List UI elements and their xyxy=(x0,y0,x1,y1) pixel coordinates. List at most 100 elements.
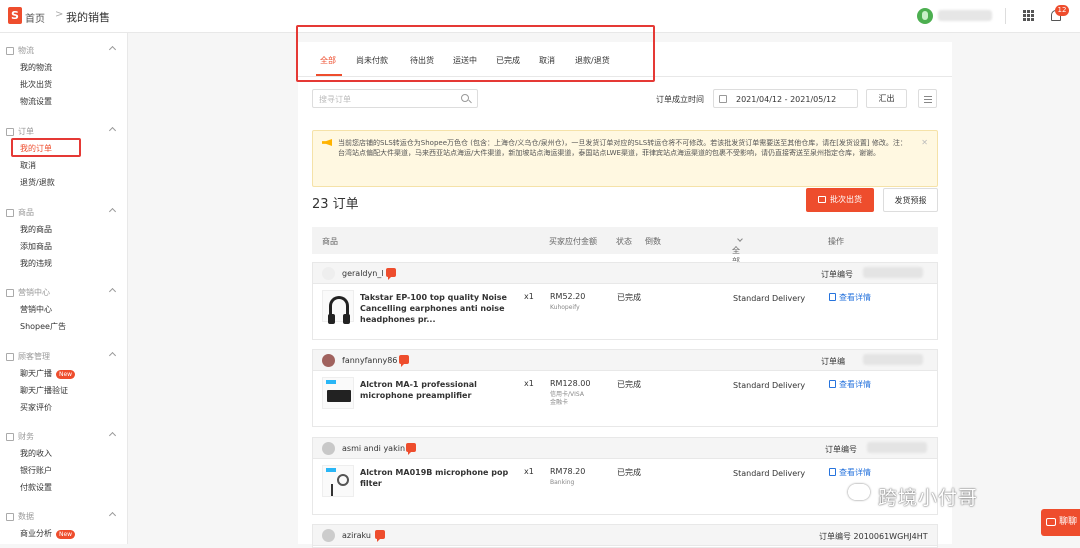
date-filter-label: 订单成立时间 xyxy=(656,95,704,104)
chat-float-button[interactable]: 聊聊 xyxy=(1041,509,1080,536)
product-image[interactable] xyxy=(322,377,354,409)
sidebar-item-business-insights[interactable]: 商业分析 New xyxy=(20,528,76,539)
new-badge: New xyxy=(56,530,76,539)
search-icon[interactable] xyxy=(461,94,469,102)
chevron-up-icon[interactable] xyxy=(108,126,117,135)
product-name[interactable]: Takstar EP-100 top quality Noise Cancell… xyxy=(360,292,515,325)
sidebar-item-chat-broadcast-verify[interactable]: 聊天广播验证 xyxy=(20,385,68,396)
shopee-logo-icon[interactable]: S xyxy=(8,7,22,24)
quantity: x1 xyxy=(524,467,534,476)
chat-icon[interactable] xyxy=(399,355,409,367)
sidebar-item-my-products[interactable]: 我的商品 xyxy=(20,224,52,235)
sidebar-item-logistics-settings[interactable]: 物流设置 xyxy=(20,96,52,107)
order-number-label: 订单编号 2010061WGHJ4HT xyxy=(819,532,928,541)
sidebar-item-my-logistics[interactable]: 我的物流 xyxy=(20,62,52,73)
shipment-forecast-button[interactable]: 发货预报 xyxy=(883,188,938,212)
sidebar-item-bank-account[interactable]: 银行账户 xyxy=(20,465,52,476)
price: RM52.20 xyxy=(550,292,586,301)
quantity: x1 xyxy=(524,292,534,301)
megaphone-icon xyxy=(322,139,332,146)
chat-bubble-icon xyxy=(6,352,14,361)
menu-list-icon[interactable] xyxy=(918,89,937,108)
shipping-channel: Standard Delivery xyxy=(733,294,806,303)
sidebar-item-cancel[interactable]: 取消 xyxy=(20,160,36,171)
table-row: asmi andi yakin 订单编号 Alctron MA019B micr… xyxy=(312,437,938,515)
order-number-label: 订单编号 xyxy=(825,445,857,454)
col-status: 状态 xyxy=(616,237,632,246)
chevron-up-icon[interactable] xyxy=(108,207,117,216)
chevron-up-icon[interactable] xyxy=(108,45,117,54)
tag-icon xyxy=(6,288,14,297)
sidebar-item-violations[interactable]: 我的违规 xyxy=(20,258,52,269)
view-details-link[interactable]: 查看详情 xyxy=(829,467,871,478)
chevron-up-icon[interactable] xyxy=(108,287,117,296)
sidebar-section-title[interactable]: 顾客管理 xyxy=(6,351,50,362)
product-image[interactable] xyxy=(322,290,354,324)
chevron-up-icon[interactable] xyxy=(108,511,117,520)
document-icon xyxy=(829,468,836,476)
sidebar-item-add-product[interactable]: 添加商品 xyxy=(20,241,52,252)
chat-icon[interactable] xyxy=(406,443,416,455)
highlight-box-my-orders xyxy=(11,138,81,157)
orders-panel: 全部 尚未付款 待出货 运送中 已完成 取消 退款/退货 搜寻订单 订单成立时间… xyxy=(298,42,952,548)
batch-ship-button[interactable]: 批次出货 xyxy=(806,188,874,212)
sidebar-section-title[interactable]: 财务 xyxy=(6,431,34,442)
order-count: 23 订单 xyxy=(312,197,359,212)
sidebar-item-batch-ship[interactable]: 批次出货 xyxy=(20,79,52,90)
sidebar-item-buyer-reviews[interactable]: 买家评价 xyxy=(20,402,52,413)
box-icon xyxy=(818,196,826,203)
col-countdown: 倒数 xyxy=(645,237,661,246)
view-details-link[interactable]: 查看详情 xyxy=(829,379,871,390)
product-image[interactable] xyxy=(322,465,354,497)
sidebar-section-title[interactable]: 数据 xyxy=(6,511,34,522)
table-row: geraldyn_l 订单编号 Takstar EP-100 top quali… xyxy=(312,262,938,340)
chat-icon xyxy=(1046,518,1056,526)
sidebar-section-title[interactable]: 商品 xyxy=(6,207,34,218)
avatar xyxy=(322,442,335,455)
avatar xyxy=(322,267,335,280)
sidebar-section-title[interactable]: 订单 xyxy=(6,126,34,137)
chat-icon[interactable] xyxy=(386,268,396,280)
channel-filter-dropdown[interactable]: 全部物流商 xyxy=(732,236,743,299)
status-badge: 已完成 xyxy=(617,468,641,477)
sidebar-section-title[interactable]: 营销中心 xyxy=(6,287,50,298)
price: RM78.20 xyxy=(550,467,586,476)
col-action: 操作 xyxy=(828,237,844,246)
close-icon[interactable]: ✕ xyxy=(921,138,928,147)
order-header: fannyfanny86 订单编 xyxy=(313,350,937,371)
product-name[interactable]: Alctron MA019B microphone pop filter xyxy=(360,467,515,489)
sidebar-item-my-income[interactable]: 我的收入 xyxy=(20,448,52,459)
buyer-username[interactable]: asmi andi yakin xyxy=(342,444,405,453)
price: RM128.00 xyxy=(550,379,591,388)
sidebar-item-chat-broadcast[interactable]: 聊天广播 New xyxy=(20,368,76,379)
product-name[interactable]: Alctron MA-1 professional microphone pre… xyxy=(360,379,515,401)
view-details-link[interactable]: 查看详情 xyxy=(829,292,871,303)
apps-grid-icon[interactable] xyxy=(1023,10,1034,21)
sidebar-item-shopee-ads[interactable]: Shopee广告 xyxy=(20,321,66,332)
sidebar-item-payment-settings[interactable]: 付款设置 xyxy=(20,482,52,493)
table-row: fannyfanny86 订单编 Alctron MA-1 profession… xyxy=(312,349,938,427)
breadcrumb-home[interactable]: 首页 xyxy=(25,10,45,25)
export-button[interactable]: 汇出 xyxy=(866,89,907,108)
payment-method: Banking xyxy=(550,479,575,486)
chevron-down-icon xyxy=(737,236,743,242)
chevron-up-icon[interactable] xyxy=(108,351,117,360)
buyer-username[interactable]: geraldyn_l xyxy=(342,269,384,278)
sidebar-section-title[interactable]: 物流 xyxy=(6,45,34,56)
date-range-picker[interactable]: 2021/04/12 - 2021/05/12 xyxy=(713,89,858,108)
notification-badge: 12 xyxy=(1055,5,1069,16)
shipping-channel: Standard Delivery xyxy=(733,381,806,390)
username-redacted[interactable] xyxy=(938,10,992,21)
order-header: geraldyn_l 订单编号 xyxy=(313,263,937,284)
sidebar-item-marketing-centre[interactable]: 营销中心 xyxy=(20,304,52,315)
buyer-username[interactable]: fannyfanny86 xyxy=(342,356,397,365)
buyer-username[interactable]: aziraku xyxy=(342,531,371,540)
sidebar-item-returns[interactable]: 退货/退款 xyxy=(20,177,55,188)
chart-icon xyxy=(6,512,14,521)
avatar[interactable] xyxy=(917,8,933,24)
watermark: 跨境小付哥 xyxy=(878,487,979,509)
new-badge: New xyxy=(56,370,76,379)
chat-icon[interactable] xyxy=(375,530,385,542)
search-input[interactable]: 搜寻订单 xyxy=(312,89,478,108)
chevron-up-icon[interactable] xyxy=(108,431,117,440)
